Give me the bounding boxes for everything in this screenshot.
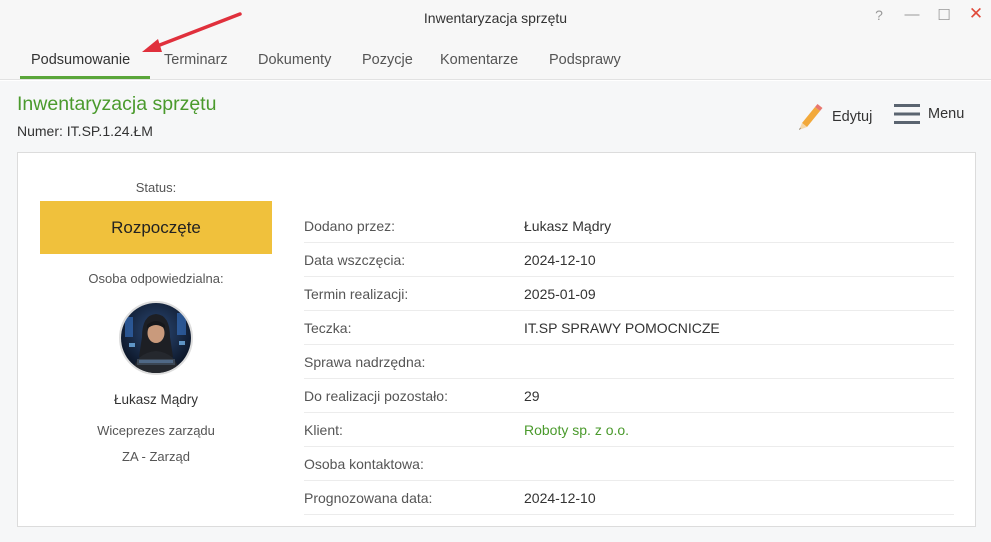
help-icon[interactable]: ? [869,7,889,23]
detail-row: Dodano przez: Łukasz Mądry [304,209,954,243]
detail-value: Łukasz Mądry [524,218,612,234]
case-number: Numer: IT.SP.1.24.ŁM [17,123,153,139]
detail-label: Prognozowana data: [304,490,433,506]
detail-row: Data wszczęcia: 2024-12-10 [304,243,954,277]
maximize-icon[interactable]: ☐ [934,6,954,24]
tab-pozycje[interactable]: Pozycje [362,52,413,68]
menu-button[interactable]: Menu [894,103,964,125]
detail-label: Data wszczęcia: [304,252,406,268]
tab-komentarze[interactable]: Komentarze [440,52,518,68]
pencil-icon [799,104,823,130]
title-bar: Inwentaryzacja sprzętu ? — ☐ ✕ [0,0,991,38]
edit-label: Edytuj [832,109,873,125]
detail-label: Do realizacji pozostało: [304,388,448,404]
responsible-label: Osoba odpowiedzialna: [88,271,224,286]
detail-value: 2024-12-10 [524,252,596,268]
hamburger-icon [894,104,920,124]
edit-button[interactable]: Edytuj [796,103,872,131]
detail-label: Sprawa nadrzędna: [304,354,426,370]
responsible-person-department: ZA - Zarząd [122,449,190,464]
detail-label: Osoba kontaktowa: [304,456,424,472]
tab-podsprawy[interactable]: Podsprawy [549,52,621,68]
summary-card: Status: Rozpoczęte Osoba odpowiedzialna: [17,152,976,527]
status-label: Status: [135,180,177,195]
detail-value: IT.SP SPRAWY POMOCNICZE [524,320,720,336]
detail-value: 2025-01-09 [524,286,596,302]
detail-row: Sprawa nadrzędna: [304,345,954,379]
detail-row: Teczka: IT.SP SPRAWY POMOCNICZE [304,311,954,345]
detail-value: 2024-12-10 [524,490,596,506]
tab-bar: Podsumowanie Terminarz Dokumenty Pozycje… [0,38,991,80]
responsible-person-role: Wiceprezes zarządu [97,423,215,438]
details-table: Dodano przez: Łukasz Mądry Data wszczęci… [304,209,954,515]
detail-row: Osoba kontaktowa: [304,447,954,481]
close-icon[interactable]: ✕ [966,4,986,24]
window-title: Inwentaryzacja sprzętu [423,10,568,26]
page-title: Inwentaryzacja sprzętu [17,93,217,115]
detail-row: Prognozowana data: 2024-12-10 [304,481,954,515]
minimize-icon[interactable]: — [902,6,922,23]
detail-label: Termin realizacji: [304,286,409,302]
detail-row: Klient: Roboty sp. z o.o. [304,413,954,447]
person-avatar-icon [121,303,191,373]
detail-row: Termin realizacji: 2025-01-09 [304,277,954,311]
menu-label: Menu [928,106,965,122]
detail-value: 29 [524,388,540,404]
tab-terminarz[interactable]: Terminarz [164,52,228,68]
detail-label: Klient: [304,422,343,438]
active-tab-indicator [20,76,150,79]
tab-podsumowanie[interactable]: Podsumowanie [31,52,130,68]
detail-label: Dodano przez: [304,218,396,234]
main-content: Inwentaryzacja sprzętu Numer: IT.SP.1.24… [0,81,991,542]
tab-dokumenty[interactable]: Dokumenty [258,52,331,68]
status-badge[interactable]: Rozpoczęte [40,201,272,254]
client-link[interactable]: Roboty sp. z o.o. [524,422,629,438]
responsible-person-name[interactable]: Łukasz Mądry [40,392,272,407]
avatar[interactable] [119,301,193,375]
detail-row: Do realizacji pozostało: 29 [304,379,954,413]
detail-label: Teczka: [304,320,352,336]
